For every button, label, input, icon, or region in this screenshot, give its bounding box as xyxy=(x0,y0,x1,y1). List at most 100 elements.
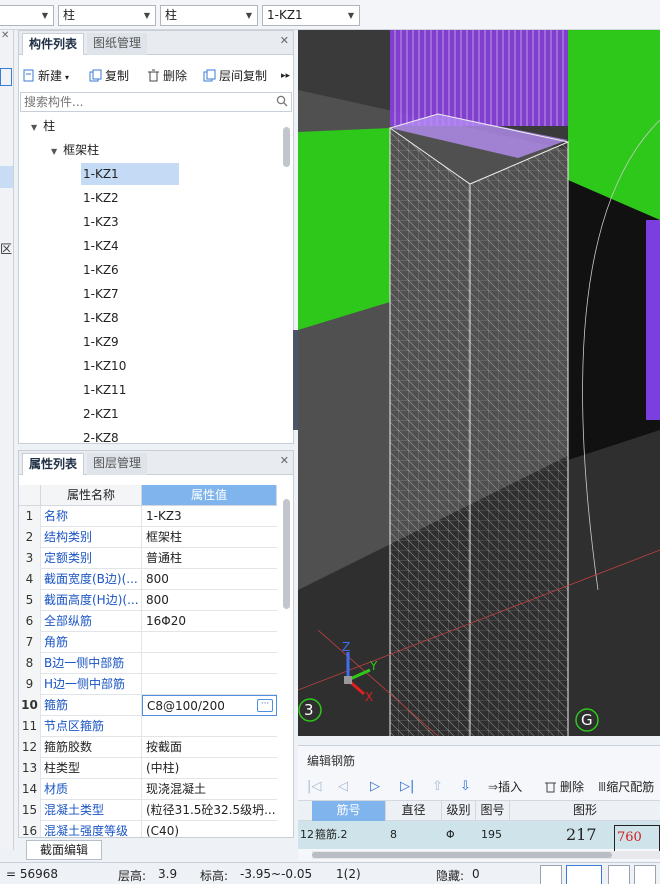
property-table-body: 1 名称 1-KZ3 2 结构类别 框架柱 3 定额类别 普通柱 4 截面宽度(B边)(... 800… xyxy=(19,506,279,837)
delete-label: 删除 xyxy=(163,69,188,83)
tree-item[interactable]: 1-KZ3 xyxy=(81,211,151,233)
property-row[interactable]: 15 混凝土类型 (粒径31.5砼32.5级坍... xyxy=(19,800,277,821)
type-dropdown[interactable]: 柱 ▼ xyxy=(160,5,258,26)
next-record-icon[interactable]: ▷ xyxy=(370,779,380,794)
3d-viewport[interactable]: 3 G Z Y X xyxy=(298,30,660,736)
delete-rebar-button[interactable]: 删除 xyxy=(544,776,584,798)
property-row[interactable]: 14 材质 现浇混凝土 xyxy=(19,779,277,800)
tab-layer-management[interactable]: 图层管理 xyxy=(87,453,148,475)
tree-item[interactable]: 1-KZ4 xyxy=(81,235,151,257)
property-value[interactable] xyxy=(142,632,277,653)
component-dropdown[interactable]: 1-KZ1 ▼ xyxy=(262,5,360,26)
property-list-panel: 属性列表 图层管理 ✕ 属性名称 属性值 1 名称 1-KZ3 2 结构类别 框架柱 3 定额… xyxy=(18,450,294,838)
expand-icon[interactable]: ▼ xyxy=(31,123,37,132)
floor-dropdown[interactable]: ▼ xyxy=(0,5,54,26)
tab-property-list[interactable]: 属性列表 xyxy=(22,453,85,475)
tree-item[interactable]: 1-KZ11 xyxy=(81,379,151,401)
tree-scrollbar[interactable] xyxy=(283,127,290,167)
property-value[interactable]: 800 xyxy=(142,590,277,611)
tree-item[interactable]: 1-KZ7 xyxy=(81,283,151,305)
property-value[interactable]: 1-KZ3 xyxy=(142,506,277,527)
expand-icon[interactable]: ▼ xyxy=(51,147,57,156)
property-value[interactable]: 按截面 xyxy=(142,737,277,758)
property-value[interactable]: (中柱) xyxy=(142,758,277,779)
new-button[interactable]: 新建 ▾ xyxy=(22,65,69,87)
property-row[interactable]: 11 节点区箍筋 xyxy=(19,716,277,737)
property-value[interactable]: 框架柱 xyxy=(142,527,277,548)
ortho-icon[interactable] xyxy=(540,865,562,884)
tree-item[interactable]: 1-KZ1 xyxy=(81,163,179,185)
floor-copy-label: 层间复制 xyxy=(219,69,268,83)
cross-icon[interactable] xyxy=(608,865,630,884)
property-value[interactable]: (C40) xyxy=(142,821,277,837)
property-row[interactable]: 13 柱类型 (中柱) xyxy=(19,758,277,779)
tree-item[interactable]: 1-KZ8 xyxy=(81,307,151,329)
scale-rebar-label: 缩尺配筋 xyxy=(606,780,655,794)
tree-item[interactable]: 2-KZ1 xyxy=(81,403,151,425)
more-tools-button[interactable]: ▸▸ xyxy=(281,65,290,87)
property-row[interactable]: 8 B边一侧中部筋 xyxy=(19,653,277,674)
property-value[interactable] xyxy=(142,716,277,737)
first-record-icon[interactable]: |◁ xyxy=(307,779,321,794)
tree-item[interactable]: 1-KZ9 xyxy=(81,331,151,353)
property-row[interactable]: 5 截面高度(H边)(... 800 xyxy=(19,590,277,611)
property-value[interactable]: 现浇混凝土 xyxy=(142,779,277,800)
tab-component-list[interactable]: 构件列表 xyxy=(22,33,85,55)
property-value[interactable]: C8@100/200 ··· xyxy=(142,695,277,716)
table-row[interactable]: 12 箍筋.2 8 Φ 195 217 760 xyxy=(298,821,660,855)
tree-item[interactable]: 1-KZ10 xyxy=(81,355,151,377)
property-row[interactable]: 9 H边一侧中部筋 xyxy=(19,674,277,695)
close-icon[interactable]: ✕ xyxy=(280,454,289,467)
search-input[interactable] xyxy=(20,92,292,112)
property-row[interactable]: 6 全部纵筋 16Φ20 xyxy=(19,611,277,632)
scale-rebar-button[interactable]: Ⅲ缩尺配筋 xyxy=(598,776,654,798)
category-dropdown[interactable]: 柱 ▼ xyxy=(58,5,156,26)
copy-button[interactable]: 复制 xyxy=(89,65,129,87)
delete-button[interactable]: 删除 xyxy=(147,65,187,87)
property-row[interactable]: 10 箍筋 C8@100/200 ··· xyxy=(19,695,277,716)
tree-item[interactable]: 1-KZ6 xyxy=(81,259,151,281)
property-value[interactable]: 16Φ20 xyxy=(142,611,277,632)
insert-button[interactable]: ⇒插入 xyxy=(488,776,522,798)
property-row[interactable]: 4 截面宽度(B边)(... 800 xyxy=(19,569,277,590)
property-value-text: 普通柱 xyxy=(146,551,183,565)
move-up-icon[interactable]: ⇧ xyxy=(432,779,443,794)
snap-icon[interactable] xyxy=(566,865,602,884)
tree-group-frame-column[interactable]: ▼ 框架柱 xyxy=(51,139,99,161)
property-scrollbar[interactable] xyxy=(283,499,290,609)
move-down-icon[interactable]: ⇩ xyxy=(460,779,471,794)
line-icon[interactable] xyxy=(634,865,656,884)
property-name: 混凝土强度等级 xyxy=(41,821,142,837)
section-edit-button[interactable]: 截面编辑 xyxy=(26,840,102,860)
property-value[interactable] xyxy=(142,674,277,695)
row-index: 12 xyxy=(300,828,314,841)
property-value[interactable]: 800 xyxy=(142,569,277,590)
search-icon[interactable] xyxy=(276,95,288,107)
prev-record-icon[interactable]: ◁ xyxy=(338,779,348,794)
close-icon[interactable]: ✕ xyxy=(280,34,289,47)
close-icon[interactable]: ✕ xyxy=(1,30,9,41)
property-row[interactable]: 1 名称 1-KZ3 xyxy=(19,506,277,527)
ellipsis-button[interactable]: ··· xyxy=(257,699,273,712)
rebar-horizontal-scrollbar[interactable] xyxy=(312,851,660,859)
property-row[interactable]: 12 箍筋胶数 按截面 xyxy=(19,737,277,758)
tree-item[interactable]: 1-KZ2 xyxy=(81,187,151,209)
floor-height-label: 层高: xyxy=(118,869,147,883)
property-value[interactable]: (粒径31.5砼32.5级坍... xyxy=(142,800,277,821)
property-value[interactable] xyxy=(142,653,277,674)
left-strip-selected-item[interactable] xyxy=(0,166,13,188)
property-row-number: 16 xyxy=(19,821,41,837)
last-record-icon[interactable]: ▷| xyxy=(400,779,414,794)
scrollbar-thumb[interactable] xyxy=(312,852,612,858)
tree-root-column[interactable]: ▼ 柱 xyxy=(31,115,55,137)
floor-copy-button[interactable]: 层间复制 xyxy=(203,65,267,87)
tab-drawing-management[interactable]: 图纸管理 xyxy=(87,33,148,55)
property-row[interactable]: 3 定额类别 普通柱 xyxy=(19,548,277,569)
property-value[interactable]: 普通柱 xyxy=(142,548,277,569)
panel-icon[interactable] xyxy=(0,68,12,86)
tree-item[interactable]: 2-KZ8 xyxy=(81,427,151,443)
property-row[interactable]: 2 结构类别 框架柱 xyxy=(19,527,277,548)
property-row[interactable]: 7 角筋 xyxy=(19,632,277,653)
property-name: 节点区箍筋 xyxy=(41,716,142,737)
property-row[interactable]: 16 混凝土强度等级 (C40) xyxy=(19,821,277,837)
